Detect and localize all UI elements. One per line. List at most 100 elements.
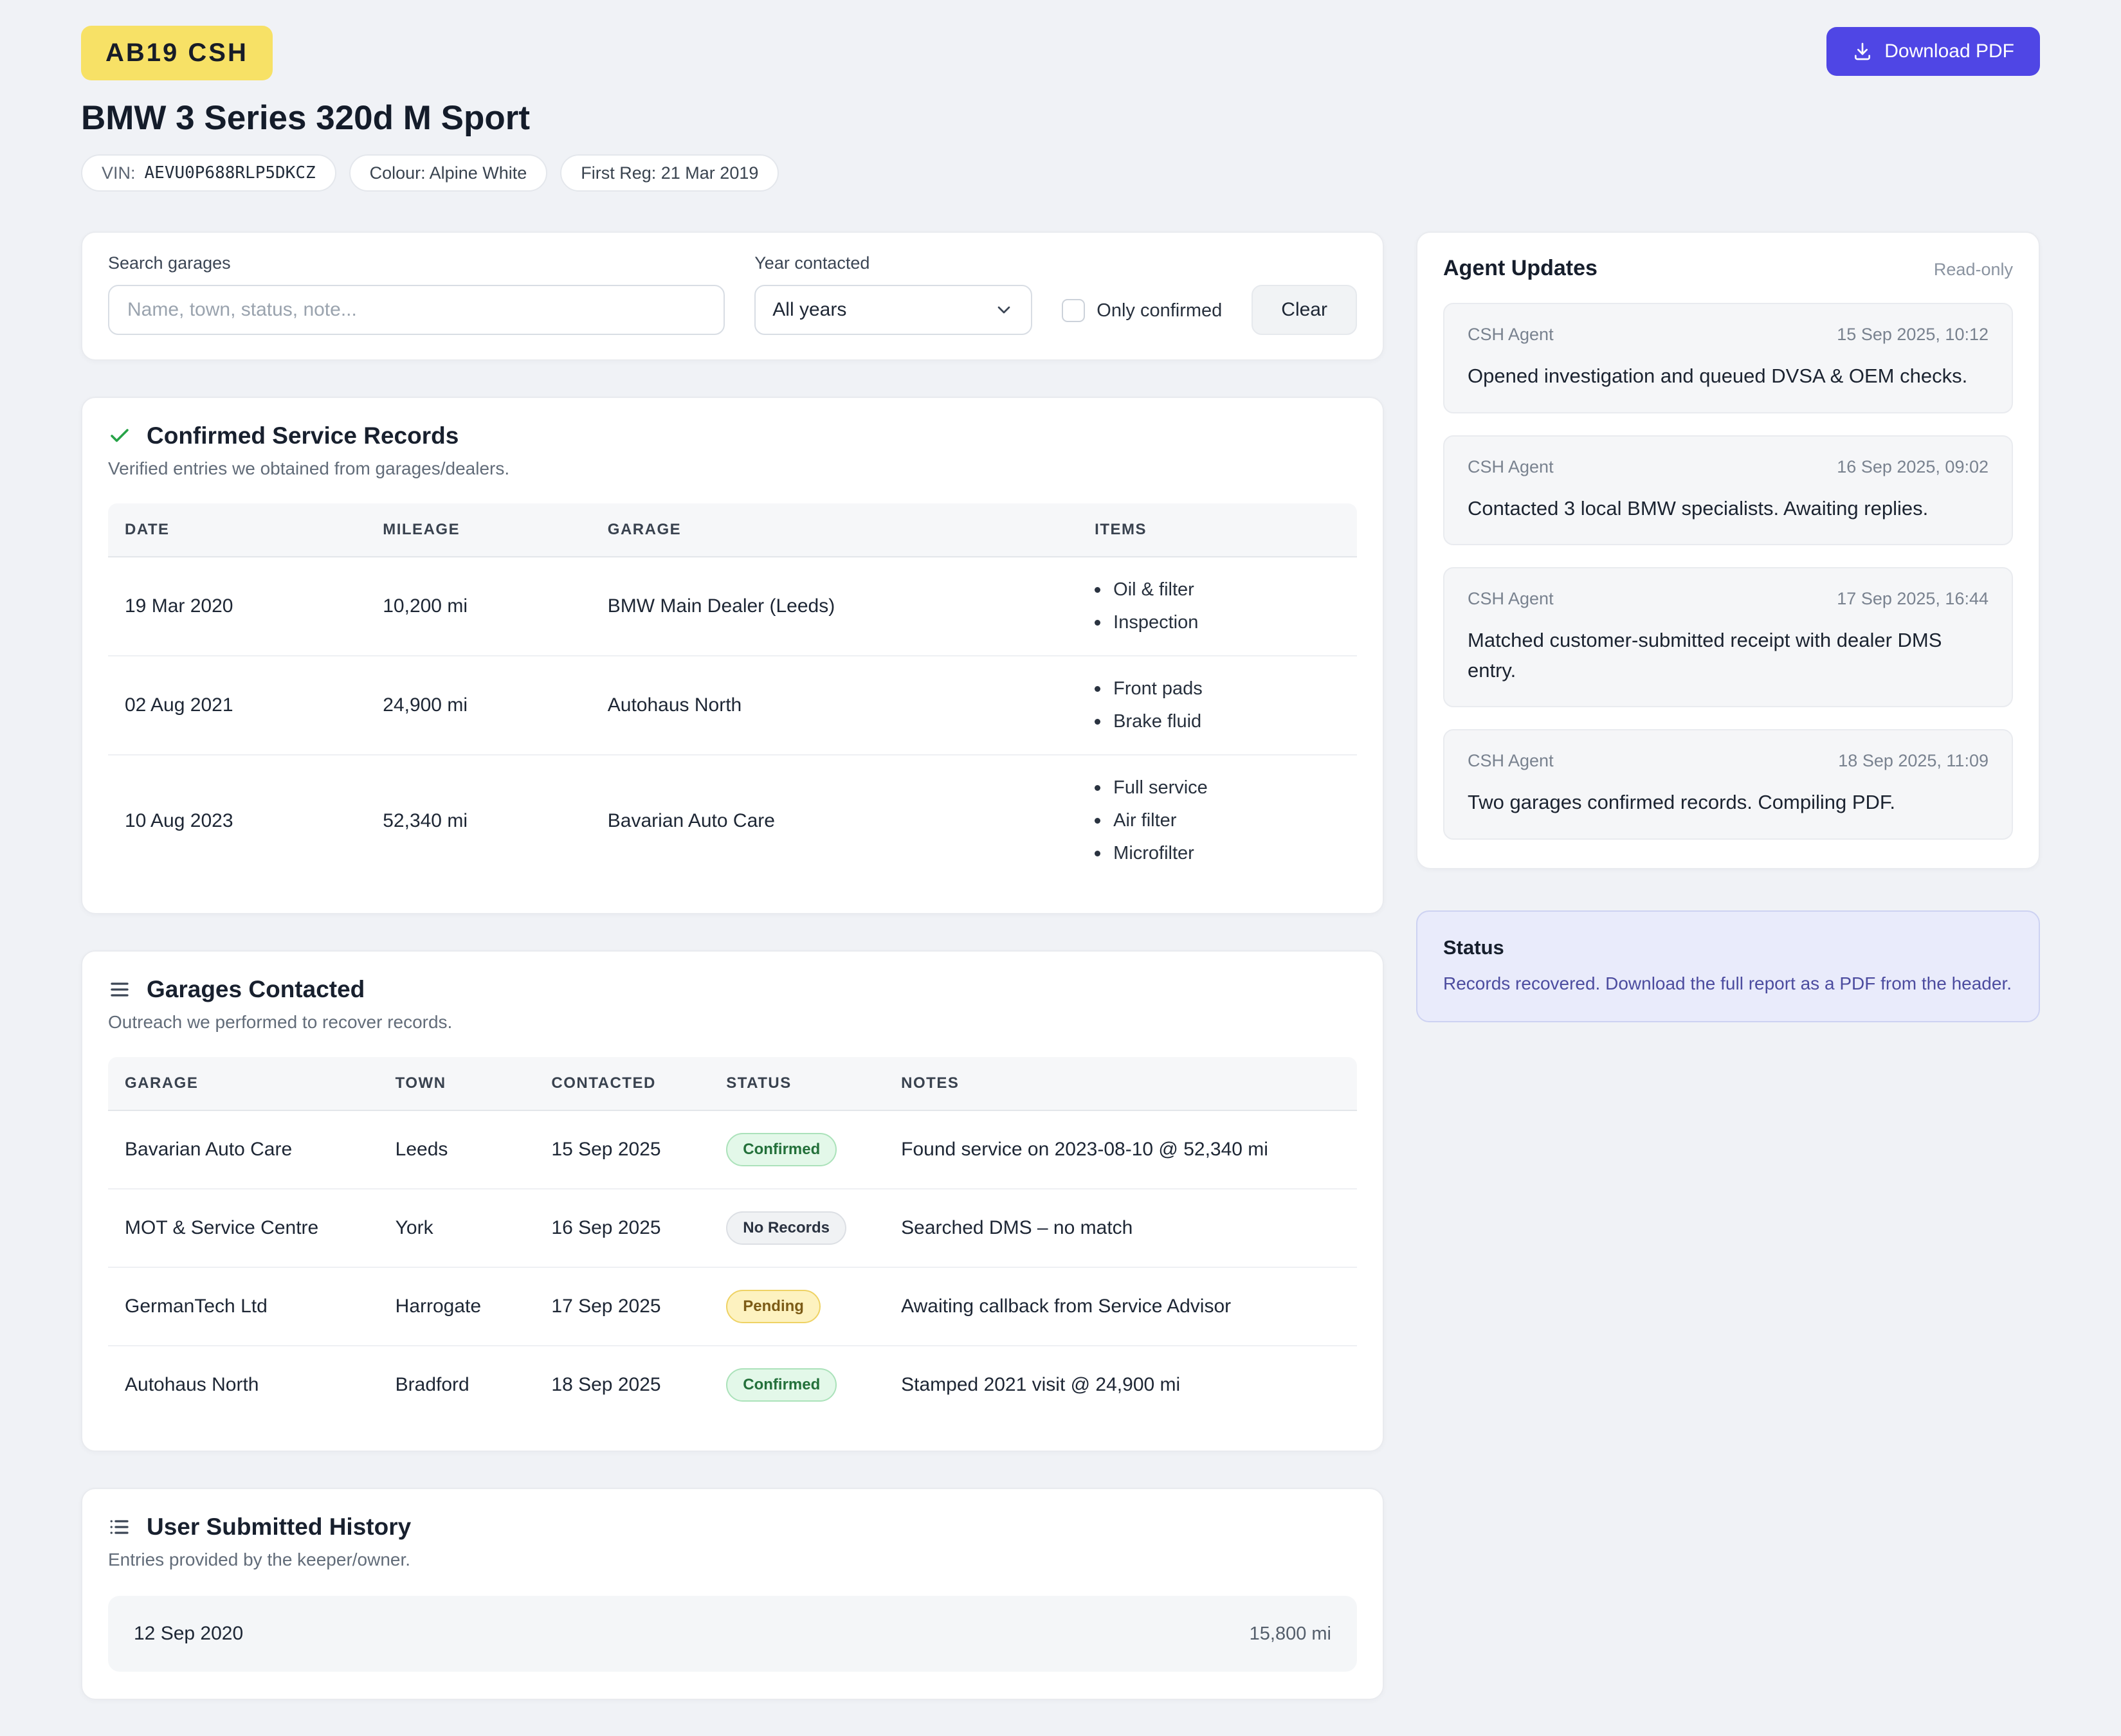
record-garage: BMW Main Dealer (Leeds) [608, 557, 1095, 656]
user-history-title: User Submitted History [147, 1514, 411, 1541]
download-pdf-button[interactable]: Download PDF [1826, 27, 2040, 76]
garage-contacted-date: 18 Sep 2025 [551, 1346, 726, 1424]
garage-notes: Searched DMS – no match [901, 1189, 1357, 1268]
page-header: AB19 CSH Download PDF BMW 3 Series 320d … [81, 26, 2040, 192]
garage-name: Autohaus North [108, 1346, 396, 1424]
table-row: 02 Aug 2021 24,900 mi Autohaus North Fro… [108, 656, 1357, 755]
record-items: Front pads Brake fluid [1095, 678, 1351, 732]
column-header-contacted: CONTACTED [551, 1057, 726, 1111]
agent-author: CSH Agent [1468, 589, 1554, 609]
table-row: MOT & Service Centre York 16 Sep 2025 No… [108, 1189, 1357, 1268]
garage-name: Bavarian Auto Care [108, 1111, 396, 1189]
clear-filters-button[interactable]: Clear [1252, 285, 1357, 335]
agent-message: Two garages confirmed records. Compiling… [1468, 788, 1989, 818]
record-items: Full service Air filter Microfilter [1095, 777, 1351, 864]
column-header-garage: GARAGE [608, 503, 1095, 557]
column-header-status: STATUS [726, 1057, 901, 1111]
check-icon [108, 424, 131, 448]
menu-icon [108, 978, 131, 1001]
record-mileage: 24,900 mi [383, 656, 608, 755]
agent-timestamp: 15 Sep 2025, 10:12 [1837, 325, 1989, 345]
table-row: Bavarian Auto Care Leeds 15 Sep 2025 Con… [108, 1111, 1357, 1189]
year-select-value: All years [772, 299, 846, 321]
agent-updates-title: Agent Updates [1443, 256, 1598, 281]
status-panel: Status Records recovered. Download the f… [1416, 910, 2040, 1022]
page-title: BMW 3 Series 320d M Sport [81, 98, 2040, 138]
record-item: Microfilter [1113, 843, 1194, 864]
agent-update-card: CSH Agent 17 Sep 2025, 16:44 Matched cus… [1443, 567, 2013, 707]
column-header-garage: GARAGE [108, 1057, 396, 1111]
agent-timestamp: 16 Sep 2025, 09:02 [1837, 457, 1989, 477]
chevron-down-icon [994, 300, 1014, 320]
agent-message: Opened investigation and queued DVSA & O… [1468, 361, 1989, 392]
colour-label: Colour: Alpine White [370, 163, 527, 183]
agent-author: CSH Agent [1468, 325, 1554, 345]
garages-contacted-section: Garages Contacted Outreach we performed … [81, 950, 1384, 1452]
record-item: Brake fluid [1113, 711, 1201, 732]
garage-contacted-date: 16 Sep 2025 [551, 1189, 726, 1268]
year-select[interactable]: All years [754, 285, 1032, 335]
record-date: 02 Aug 2021 [108, 656, 383, 755]
garage-town: York [396, 1189, 552, 1268]
first-reg-chip: First Reg: 21 Mar 2019 [560, 154, 779, 192]
record-date: 10 Aug 2023 [108, 755, 383, 886]
only-confirmed-label: Only confirmed [1097, 300, 1222, 321]
agent-message: Contacted 3 local BMW specialists. Await… [1468, 494, 1989, 524]
garages-contacted-subtitle: Outreach we performed to recover records… [108, 1012, 1357, 1033]
record-item: Full service [1113, 777, 1208, 799]
garages-contacted-table: GARAGE TOWN CONTACTED STATUS NOTES Bavar… [108, 1057, 1357, 1424]
agent-update-card: CSH Agent 16 Sep 2025, 09:02 Contacted 3… [1443, 435, 2013, 546]
first-reg-label: First Reg: 21 Mar 2019 [581, 163, 758, 183]
garage-town: Bradford [396, 1346, 552, 1424]
confirmed-records-title: Confirmed Service Records [147, 422, 459, 449]
garage-notes: Stamped 2021 visit @ 24,900 mi [901, 1346, 1357, 1424]
garage-town: Harrogate [396, 1268, 552, 1346]
column-header-mileage: MILEAGE [383, 503, 608, 557]
status-badge: Confirmed [726, 1368, 837, 1402]
garage-contacted-date: 15 Sep 2025 [551, 1111, 726, 1189]
status-badge: Pending [726, 1290, 821, 1323]
record-item: Air filter [1113, 810, 1176, 831]
record-item: Front pads [1113, 678, 1203, 700]
record-date: 19 Mar 2020 [108, 557, 383, 656]
search-input[interactable] [108, 285, 725, 335]
history-mileage: 15,800 mi [1250, 1623, 1331, 1645]
garage-town: Leeds [396, 1111, 552, 1189]
column-header-items: ITEMS [1095, 503, 1357, 557]
status-title: Status [1443, 936, 2013, 959]
year-contacted-label: Year contacted [754, 253, 1032, 273]
record-garage: Bavarian Auto Care [608, 755, 1095, 886]
vin-value: AEVU0P688RLP5DKCZ [145, 163, 316, 183]
garage-name: GermanTech Ltd [108, 1268, 396, 1346]
record-item: Inspection [1113, 612, 1198, 633]
column-header-date: DATE [108, 503, 383, 557]
status-message: Records recovered. Download the full rep… [1443, 973, 2013, 994]
vehicle-chips: VIN: AEVU0P688RLP5DKCZ Colour: Alpine Wh… [81, 154, 2040, 192]
list-item: 12 Sep 2020 15,800 mi [108, 1596, 1357, 1672]
agent-timestamp: 17 Sep 2025, 16:44 [1837, 589, 1989, 609]
agent-update-card: CSH Agent 18 Sep 2025, 11:09 Two garages… [1443, 729, 2013, 840]
list-icon [108, 1515, 131, 1539]
user-history-section: User Submitted History Entries provided … [81, 1488, 1384, 1700]
garage-name: MOT & Service Centre [108, 1189, 396, 1268]
agent-updates-panel: Agent Updates Read-only CSH Agent 15 Sep… [1416, 231, 2040, 869]
column-header-notes: NOTES [901, 1057, 1357, 1111]
vin-label: VIN: [102, 163, 136, 183]
download-icon [1852, 41, 1873, 62]
filter-bar: Search garages Year contacted All years … [81, 231, 1384, 361]
record-items: Oil & filter Inspection [1095, 579, 1351, 633]
garage-contacted-date: 17 Sep 2025 [551, 1268, 726, 1346]
table-row: 10 Aug 2023 52,340 mi Bavarian Auto Care… [108, 755, 1357, 886]
garages-contacted-title: Garages Contacted [147, 976, 365, 1003]
search-garages-label: Search garages [108, 253, 725, 273]
only-confirmed-checkbox[interactable] [1062, 299, 1085, 322]
agent-message: Matched customer-submitted receipt with … [1468, 626, 1989, 685]
table-row: 19 Mar 2020 10,200 mi BMW Main Dealer (L… [108, 557, 1357, 656]
status-badge: No Records [726, 1211, 846, 1245]
table-row: Autohaus North Bradford 18 Sep 2025 Conf… [108, 1346, 1357, 1424]
record-mileage: 10,200 mi [383, 557, 608, 656]
readonly-badge: Read-only [1934, 260, 2013, 280]
record-mileage: 52,340 mi [383, 755, 608, 886]
record-item: Oil & filter [1113, 579, 1194, 601]
garage-notes: Awaiting callback from Service Advisor [901, 1268, 1357, 1346]
